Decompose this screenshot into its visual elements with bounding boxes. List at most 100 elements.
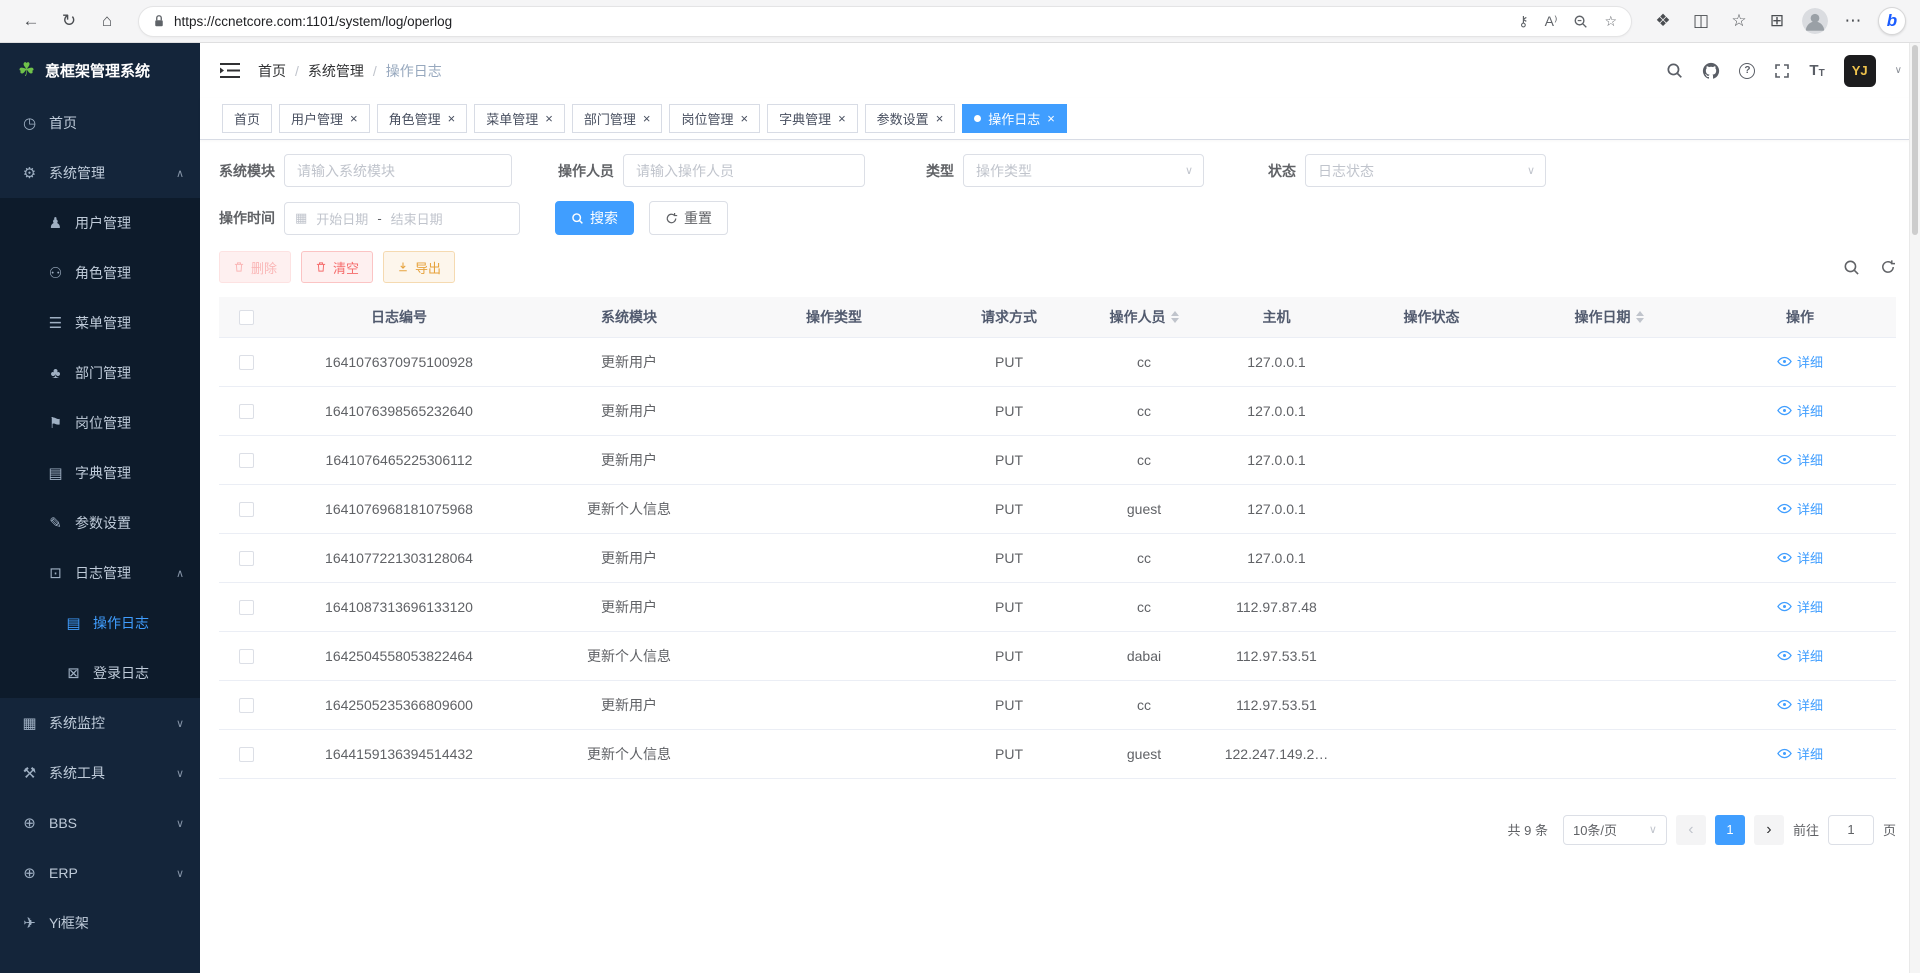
detail-link[interactable]: 详细 [1777, 597, 1823, 616]
detail-link[interactable]: 详细 [1777, 499, 1823, 518]
toggle-search-icon[interactable] [1843, 259, 1860, 276]
sidebar-item-post-management[interactable]: ⚑ 岗位管理 [0, 398, 200, 448]
type-select[interactable]: 操作类型 ∨ [963, 154, 1204, 187]
row-checkbox[interactable] [239, 502, 254, 517]
favorites-bar-icon[interactable]: ☆ [1722, 5, 1756, 37]
row-checkbox[interactable] [239, 747, 254, 762]
font-size-icon[interactable]: TT [1809, 62, 1824, 79]
sidebar-item-yi-framework[interactable]: ✈ Yi框架 [0, 898, 200, 948]
extensions-icon[interactable]: ❖ [1646, 5, 1680, 37]
split-screen-icon[interactable]: ◫ [1684, 5, 1718, 37]
detail-link[interactable]: 详细 [1777, 450, 1823, 469]
tab-post-management[interactable]: 岗位管理 × [669, 104, 760, 133]
breadcrumb-home[interactable]: 首页 [258, 61, 286, 81]
header-search-icon[interactable] [1666, 62, 1683, 79]
sidebar-item-bbs[interactable]: ⊕ BBS ∨ [0, 798, 200, 848]
select-all-checkbox[interactable] [239, 310, 254, 325]
close-icon[interactable]: × [643, 112, 651, 125]
browser-back-button[interactable]: ← [14, 5, 48, 37]
detail-link[interactable]: 详细 [1777, 548, 1823, 567]
end-date-placeholder[interactable]: 结束日期 [391, 209, 443, 228]
refresh-table-icon[interactable] [1880, 259, 1896, 275]
sidebar-item-system-management[interactable]: ⚙ 系统管理 ∧ [0, 148, 200, 198]
tab-dept-management[interactable]: 部门管理 × [572, 104, 663, 133]
clear-button[interactable]: 清空 [301, 251, 373, 283]
sort-icon[interactable] [1171, 311, 1179, 323]
close-icon[interactable]: × [1047, 112, 1055, 125]
date-range-picker[interactable]: ▦ 开始日期 - 结束日期 [284, 202, 520, 235]
detail-link[interactable]: 详细 [1777, 646, 1823, 665]
close-icon[interactable]: × [350, 112, 358, 125]
sidebar-item-role-management[interactable]: ⚇ 角色管理 [0, 248, 200, 298]
operator-input[interactable] [623, 154, 865, 187]
tab-param-settings[interactable]: 参数设置 × [865, 104, 956, 133]
sidebar-item-erp[interactable]: ⊕ ERP ∨ [0, 848, 200, 898]
sidebar-toggle-icon[interactable] [220, 62, 242, 80]
goto-page-input[interactable] [1828, 815, 1874, 845]
browser-refresh-button[interactable]: ↻ [52, 5, 86, 37]
row-checkbox[interactable] [239, 649, 254, 664]
favorites-add-icon[interactable]: ☆ [1604, 13, 1617, 30]
sidebar-item-system-tools[interactable]: ⚒ 系统工具 ∨ [0, 748, 200, 798]
detail-link[interactable]: 详细 [1777, 401, 1823, 420]
page-size-select[interactable]: 10条/页 ∨ [1563, 815, 1667, 845]
close-icon[interactable]: × [448, 112, 456, 125]
sidebar-item-dict-management[interactable]: ▤ 字典管理 [0, 448, 200, 498]
prev-page-button[interactable]: ‹ [1676, 815, 1706, 845]
row-checkbox[interactable] [239, 600, 254, 615]
row-checkbox[interactable] [239, 404, 254, 419]
start-date-placeholder[interactable]: 开始日期 [316, 209, 368, 228]
tab-operation-log[interactable]: 操作日志 × [962, 104, 1067, 133]
close-icon[interactable]: × [838, 112, 846, 125]
status-select[interactable]: 日志状态 ∨ [1305, 154, 1546, 187]
address-bar[interactable]: https://ccnetcore.com:1101/system/log/op… [138, 6, 1632, 37]
page-number-1[interactable]: 1 [1715, 815, 1745, 845]
breadcrumb-system-management[interactable]: 系统管理 [308, 61, 364, 81]
github-icon[interactable] [1702, 62, 1720, 80]
tab-role-management[interactable]: 角色管理 × [377, 104, 468, 133]
zoom-out-icon[interactable] [1573, 14, 1588, 29]
help-icon[interactable]: ? [1739, 63, 1755, 79]
export-button[interactable]: 导出 [383, 251, 455, 283]
close-icon[interactable]: × [545, 112, 553, 125]
row-checkbox[interactable] [239, 698, 254, 713]
user-avatar[interactable]: YJ [1844, 55, 1876, 87]
sidebar-item-menu-management[interactable]: ☰ 菜单管理 [0, 298, 200, 348]
read-aloud-icon[interactable]: A⁾ [1545, 13, 1558, 30]
row-checkbox[interactable] [239, 551, 254, 566]
col-date[interactable]: 操作日期 [1514, 297, 1704, 337]
user-menu-caret-icon[interactable]: ∨ [1895, 65, 1902, 76]
tab-home[interactable]: 首页 [222, 104, 272, 133]
sidebar-item-param-settings[interactable]: ✎ 参数设置 [0, 498, 200, 548]
detail-link[interactable]: 详细 [1777, 744, 1823, 763]
tab-menu-management[interactable]: 菜单管理 × [474, 104, 565, 133]
close-icon[interactable]: × [936, 112, 944, 125]
module-input[interactable] [284, 154, 512, 187]
search-button[interactable]: 搜索 [555, 201, 634, 235]
sidebar-item-login-log[interactable]: ⊠ 登录日志 [0, 648, 200, 698]
sort-icon[interactable] [1636, 311, 1644, 323]
sidebar-item-operation-log[interactable]: ▤ 操作日志 [0, 598, 200, 648]
sidebar-item-system-monitor[interactable]: ▦ 系统监控 ∨ [0, 698, 200, 748]
delete-button[interactable]: 删除 [219, 251, 291, 283]
fullscreen-icon[interactable] [1774, 63, 1790, 79]
tab-dict-management[interactable]: 字典管理 × [767, 104, 858, 133]
password-key-icon[interactable]: ⚷ [1518, 13, 1528, 30]
row-checkbox[interactable] [239, 453, 254, 468]
sidebar-item-dept-management[interactable]: ♣ 部门管理 [0, 348, 200, 398]
detail-link[interactable]: 详细 [1777, 352, 1823, 371]
browser-profile-avatar[interactable] [1802, 8, 1828, 34]
sidebar-item-user-management[interactable]: ♟ 用户管理 [0, 198, 200, 248]
detail-link[interactable]: 详细 [1777, 695, 1823, 714]
browser-menu-button[interactable]: ⋯ [1836, 5, 1870, 37]
close-icon[interactable]: × [740, 112, 748, 125]
sidebar-item-log-management[interactable]: ⊡ 日志管理 ∧ [0, 548, 200, 598]
next-page-button[interactable]: › [1754, 815, 1784, 845]
url-text[interactable]: https://ccnetcore.com:1101/system/log/op… [174, 14, 1509, 29]
reset-button[interactable]: 重置 [649, 201, 728, 235]
browser-home-button[interactable]: ⌂ [90, 5, 124, 37]
collections-icon[interactable]: ⊞ [1760, 5, 1794, 37]
bing-icon[interactable]: b [1878, 7, 1906, 35]
tab-user-management[interactable]: 用户管理 × [279, 104, 370, 133]
scrollbar-thumb[interactable] [1912, 45, 1918, 235]
